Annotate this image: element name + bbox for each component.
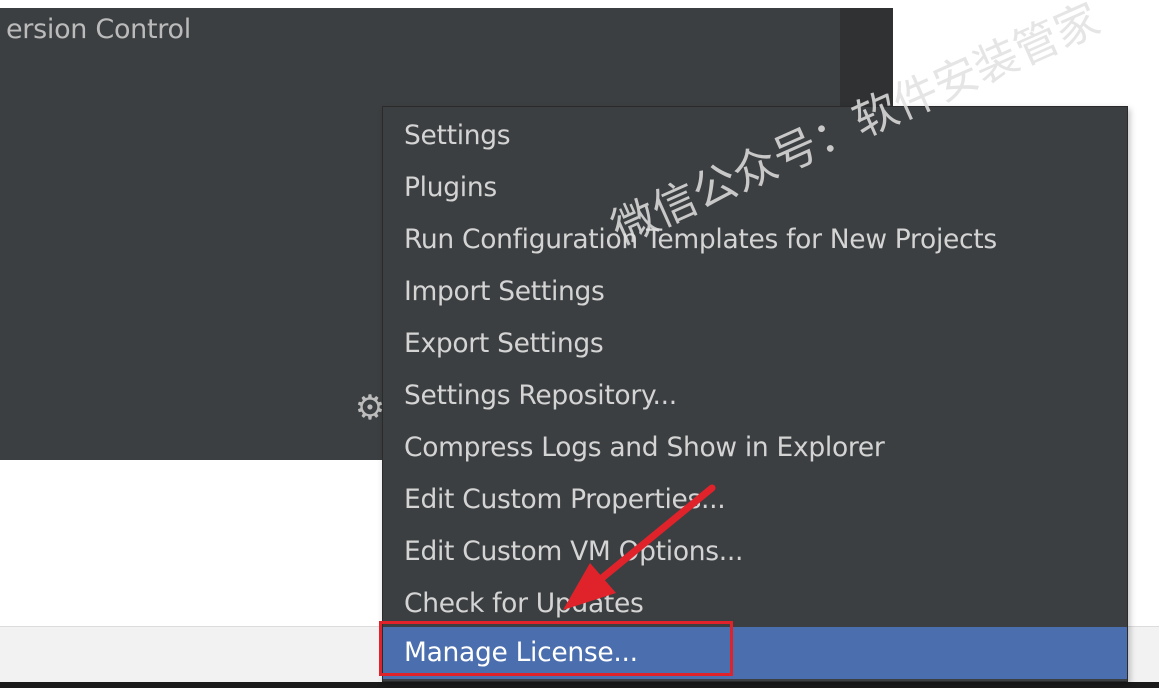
- menu-item-edit-custom-vm-options[interactable]: Edit Custom VM Options...: [383, 526, 1127, 578]
- menu-item-settings[interactable]: Settings: [383, 110, 1127, 162]
- menu-item-compress-logs[interactable]: Compress Logs and Show in Explorer: [383, 422, 1127, 474]
- configure-dropdown-menu: Settings Plugins Run Configuration Templ…: [382, 106, 1128, 682]
- menu-item-edit-custom-properties[interactable]: Edit Custom Properties...: [383, 474, 1127, 526]
- menu-item-import-settings[interactable]: Import Settings: [383, 266, 1127, 318]
- menu-item-run-configuration-templates[interactable]: Run Configuration Templates for New Proj…: [383, 214, 1127, 266]
- bottom-border: [0, 682, 1159, 688]
- menu-item-plugins[interactable]: Plugins: [383, 162, 1127, 214]
- menu-item-export-settings[interactable]: Export Settings: [383, 318, 1127, 370]
- menu-item-settings-repository[interactable]: Settings Repository...: [383, 370, 1127, 422]
- version-control-label[interactable]: ersion Control: [6, 14, 191, 45]
- annotation-highlight-box: [379, 621, 733, 676]
